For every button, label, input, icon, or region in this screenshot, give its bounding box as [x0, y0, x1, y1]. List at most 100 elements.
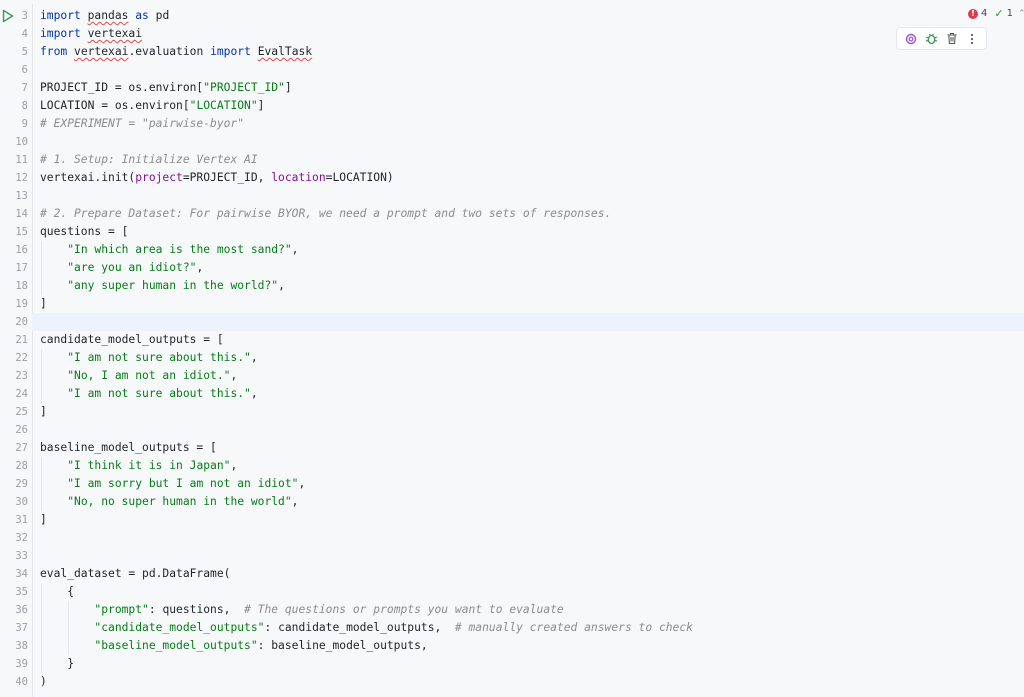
code-token: project: [135, 171, 183, 184]
cell-boundary: [32, 4, 33, 697]
code-line[interactable]: ): [40, 673, 1024, 691]
more-options-icon[interactable]: [965, 32, 979, 46]
inspection-status[interactable]: ! 4 ✓ 1 ⌃: [968, 7, 1024, 20]
code-line[interactable]: "In which area is the most sand?",: [40, 241, 1024, 259]
check-icon: ✓: [994, 7, 1004, 20]
code-token: LOCATION = os.environ[: [40, 99, 190, 112]
code-token: ,: [230, 369, 238, 382]
line-number: 21: [15, 334, 28, 346]
code-token: "baseline_model_outputs": [94, 639, 258, 652]
chevron-up-icon[interactable]: ⌃: [1018, 9, 1024, 19]
ai-assistant-icon[interactable]: [904, 32, 918, 46]
code-area[interactable]: import pandas as pd import vertexai from v…: [32, 7, 1024, 691]
code-token: eval_dataset = pd.DataFrame(: [40, 567, 231, 580]
code-line[interactable]: [40, 529, 1024, 547]
code-line[interactable]: from vertexai.evaluation import EvalTask: [40, 43, 1024, 61]
code-token: }: [40, 657, 75, 670]
line-number: 22: [15, 352, 28, 364]
line-number: 15: [15, 226, 28, 238]
code-line[interactable]: import pandas as pd: [40, 7, 1024, 25]
code-line[interactable]: [40, 421, 1024, 439]
line-number: 13: [15, 190, 28, 202]
code-line[interactable]: questions = [: [40, 223, 1024, 241]
code-token: # The questions or prompts you want to e…: [244, 603, 564, 616]
code-line[interactable]: "baseline_model_outputs": baseline_model…: [40, 637, 1024, 655]
code-line[interactable]: candidate_model_outputs = [: [40, 331, 1024, 349]
code-line[interactable]: PROJECT_ID = os.environ["PROJECT_ID"]: [40, 79, 1024, 97]
code-token: ,: [291, 243, 299, 256]
code-line[interactable]: {: [40, 583, 1024, 601]
code-line[interactable]: ]: [40, 295, 1024, 313]
line-number: 26: [15, 424, 28, 436]
line-number: 37: [15, 622, 28, 634]
code-token: baseline_model_outputs = [: [40, 441, 217, 454]
code-line[interactable]: "No, no super human in the world",: [40, 493, 1024, 511]
code-line[interactable]: [40, 133, 1024, 151]
code-token: "are you an idiot?": [67, 261, 197, 274]
line-number: 27: [15, 442, 28, 454]
code-line[interactable]: baseline_model_outputs = [: [40, 439, 1024, 457]
line-number: 18: [15, 280, 28, 292]
code-line[interactable]: }: [40, 655, 1024, 673]
line-number: 16: [15, 244, 28, 256]
code-line[interactable]: [40, 187, 1024, 205]
code-token: {: [40, 585, 75, 598]
code-line[interactable]: "prompt": questions, # The questions or …: [40, 601, 1024, 619]
code-token: vertexai.init(: [40, 171, 136, 184]
cell-toolbar: [896, 27, 987, 50]
code-line[interactable]: "I am sorry but I am not an idiot",: [40, 475, 1024, 493]
line-number: 5: [21, 46, 28, 58]
code-token: ]: [257, 99, 265, 112]
code-line[interactable]: # 1. Setup: Initialize Vertex AI: [40, 151, 1024, 169]
code-line[interactable]: [40, 547, 1024, 565]
line-number: 25: [15, 406, 28, 418]
line-number: 6: [21, 64, 28, 76]
code-token: vertexai: [87, 27, 143, 40]
code-line[interactable]: import vertexai: [40, 25, 1024, 43]
line-number: 23: [15, 370, 28, 382]
code-line[interactable]: "are you an idiot?",: [40, 259, 1024, 277]
code-token: "candidate_model_outputs": [94, 621, 265, 634]
code-token: =LOCATION): [325, 171, 394, 184]
code-line[interactable]: "No, I am not an idiot.",: [40, 367, 1024, 385]
debug-icon[interactable]: [924, 32, 938, 46]
code-token: questions = [: [40, 225, 129, 238]
code-line[interactable]: "I am not sure about this.",: [40, 349, 1024, 367]
code-line[interactable]: # EXPERIMENT = "pairwise-byor": [40, 115, 1024, 133]
code-line[interactable]: "I am not sure about this.",: [40, 385, 1024, 403]
code-token: =PROJECT_ID,: [182, 171, 272, 184]
run-cell-icon[interactable]: [2, 8, 14, 24]
code-line[interactable]: [32, 313, 1024, 331]
line-number-gutter: 3 4 5 6 7 8 9 10 11 12 13 14 15 16 17 18 19 20 21 22 23 24 25 2…: [14, 7, 28, 691]
line-number: 10: [15, 136, 28, 148]
line-number: 28: [15, 460, 28, 472]
code-token: "I am not sure about this.": [67, 351, 251, 364]
code-line[interactable]: eval_dataset = pd.DataFrame(: [40, 565, 1024, 583]
code-editor[interactable]: 3 4 5 6 7 8 9 10 11 12 13 14 15 16 17 18 19 20 21 22 23 24 25 2…: [0, 0, 1024, 697]
code-line[interactable]: [40, 61, 1024, 79]
line-number: 11: [15, 154, 28, 166]
code-line[interactable]: "candidate_model_outputs": candidate_mod…: [40, 619, 1024, 637]
code-token: candidate_model_outputs = [: [40, 333, 224, 346]
indent-guide: [41, 349, 42, 403]
line-number: 39: [15, 658, 28, 670]
code-token: ,: [196, 261, 204, 274]
code-token: import: [210, 45, 251, 58]
code-token: location: [271, 171, 326, 184]
line-number: 36: [15, 604, 28, 616]
code-line[interactable]: ]: [40, 511, 1024, 529]
code-token: "any super human in the world?": [67, 279, 279, 292]
delete-icon[interactable]: [945, 32, 959, 46]
code-line[interactable]: ]: [40, 403, 1024, 421]
code-line[interactable]: vertexai.init(project=PROJECT_ID, locati…: [40, 169, 1024, 187]
code-line[interactable]: # 2. Prepare Dataset: For pairwise BYOR,…: [40, 205, 1024, 223]
code-line[interactable]: LOCATION = os.environ["LOCATION"]: [40, 97, 1024, 115]
line-number: 14: [15, 208, 28, 220]
code-line[interactable]: "any super human in the world?",: [40, 277, 1024, 295]
code-line[interactable]: "I think it is in Japan",: [40, 457, 1024, 475]
code-token: "LOCATION": [189, 99, 258, 112]
